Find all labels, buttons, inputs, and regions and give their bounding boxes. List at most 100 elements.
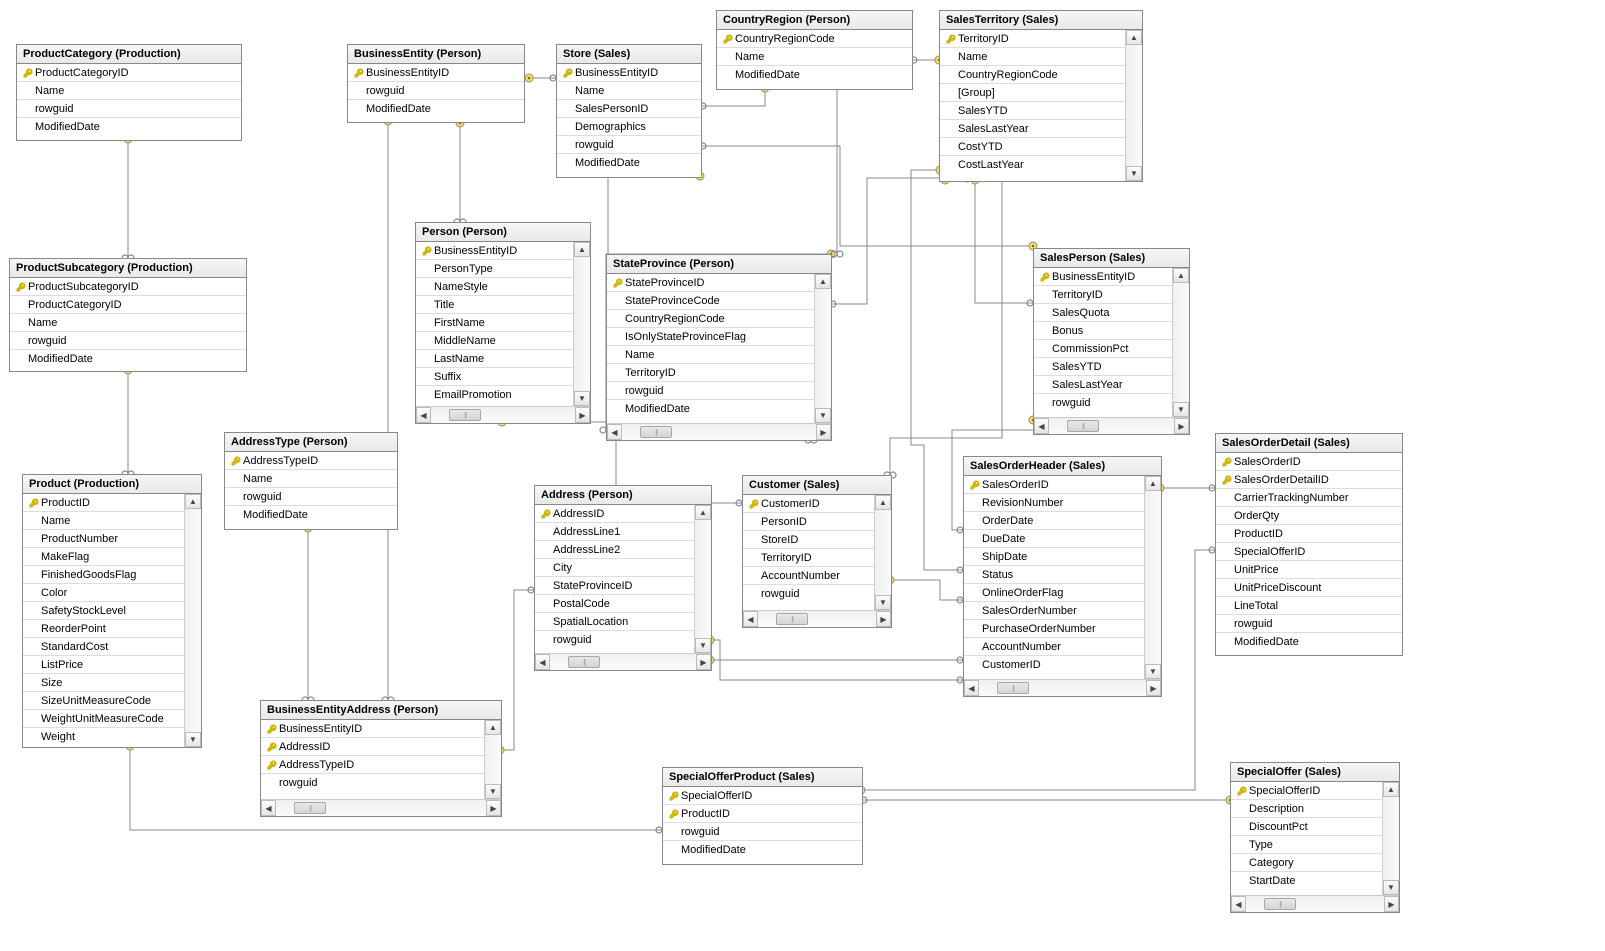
vertical-scrollbar[interactable]: ▲▼ bbox=[1125, 30, 1142, 181]
scroll-down-icon[interactable]: ▼ bbox=[574, 391, 590, 406]
column-row[interactable]: WeightUnitMeasureCode bbox=[23, 710, 184, 728]
scroll-down-icon[interactable]: ▼ bbox=[485, 784, 501, 799]
scroll-right-icon[interactable]: ▶ bbox=[696, 654, 711, 670]
column-row[interactable]: SalesLastYear bbox=[1034, 376, 1172, 394]
table-header[interactable]: AddressType (Person) bbox=[225, 433, 397, 452]
column-row[interactable]: ProductID bbox=[1216, 525, 1402, 543]
column-row[interactable]: StoreID bbox=[743, 531, 874, 549]
horizontal-scrollbar[interactable]: ◀|||▶ bbox=[535, 653, 711, 670]
column-row[interactable]: Demographics bbox=[557, 118, 701, 136]
scroll-up-icon[interactable]: ▲ bbox=[185, 494, 201, 509]
table-person[interactable]: Person (Person)BusinessEntityIDPersonTyp… bbox=[415, 222, 591, 424]
column-row[interactable]: TerritoryID bbox=[940, 30, 1125, 48]
table-header[interactable]: SalesOrderHeader (Sales) bbox=[964, 457, 1161, 476]
column-row[interactable]: TerritoryID bbox=[1034, 286, 1172, 304]
column-row[interactable]: rowguid bbox=[663, 823, 862, 841]
column-row[interactable]: AddressLine1 bbox=[535, 523, 694, 541]
column-row[interactable]: SalesYTD bbox=[940, 102, 1125, 120]
horizontal-scrollbar[interactable]: ◀|||▶ bbox=[1034, 417, 1189, 434]
scroll-left-icon[interactable]: ◀ bbox=[964, 680, 979, 696]
scrollbar-thumb[interactable]: ||| bbox=[1067, 420, 1099, 432]
horizontal-scrollbar[interactable]: ◀|||▶ bbox=[416, 406, 590, 423]
vertical-scrollbar[interactable]: ▲▼ bbox=[573, 242, 590, 406]
table-header[interactable]: CountryRegion (Person) bbox=[717, 11, 912, 30]
scroll-right-icon[interactable]: ▶ bbox=[1384, 896, 1399, 912]
column-row[interactable]: Color bbox=[23, 584, 184, 602]
column-row[interactable]: BusinessEntityID bbox=[1034, 268, 1172, 286]
horizontal-scrollbar[interactable]: ◀|||▶ bbox=[607, 423, 831, 440]
table-header[interactable]: Address (Person) bbox=[535, 486, 711, 505]
column-row[interactable]: ModifiedDate bbox=[663, 841, 862, 858]
column-row[interactable]: Category bbox=[1231, 854, 1382, 872]
column-row[interactable]: StandardCost bbox=[23, 638, 184, 656]
table-header[interactable]: ProductSubcategory (Production) bbox=[10, 259, 246, 278]
column-row[interactable]: SpecialOfferID bbox=[1216, 543, 1402, 561]
table-specialOfferProduct[interactable]: SpecialOfferProduct (Sales)SpecialOfferI… bbox=[662, 767, 863, 865]
column-row[interactable]: SalesOrderID bbox=[964, 476, 1144, 494]
column-row[interactable]: SpatialLocation bbox=[535, 613, 694, 631]
column-row[interactable]: Name bbox=[225, 470, 397, 488]
table-product[interactable]: Product (Production)ProductIDNameProduct… bbox=[22, 474, 202, 748]
table-stateProvince[interactable]: StateProvince (Person)StateProvinceIDSta… bbox=[606, 254, 832, 441]
column-row[interactable]: Title bbox=[416, 296, 573, 314]
scroll-down-icon[interactable]: ▼ bbox=[815, 408, 831, 423]
table-header[interactable]: SpecialOfferProduct (Sales) bbox=[663, 768, 862, 787]
column-row[interactable]: rowguid bbox=[607, 382, 814, 400]
column-row[interactable]: StateProvinceID bbox=[535, 577, 694, 595]
scrollbar-thumb[interactable]: ||| bbox=[640, 426, 672, 438]
column-row[interactable]: AddressID bbox=[535, 505, 694, 523]
column-row[interactable]: Status bbox=[964, 566, 1144, 584]
vertical-scrollbar[interactable]: ▲▼ bbox=[184, 494, 201, 747]
table-salesOrderHeader[interactable]: SalesOrderHeader (Sales)SalesOrderIDRevi… bbox=[963, 456, 1162, 697]
table-countryRegion[interactable]: CountryRegion (Person)CountryRegionCodeN… bbox=[716, 10, 913, 90]
scroll-up-icon[interactable]: ▲ bbox=[1126, 30, 1142, 45]
table-header[interactable]: Customer (Sales) bbox=[743, 476, 891, 495]
scroll-up-icon[interactable]: ▲ bbox=[1383, 782, 1399, 797]
scroll-up-icon[interactable]: ▲ bbox=[875, 495, 891, 510]
vertical-scrollbar[interactable]: ▲▼ bbox=[874, 495, 891, 610]
column-row[interactable]: Name bbox=[10, 314, 246, 332]
vertical-scrollbar[interactable]: ▲▼ bbox=[694, 505, 711, 653]
column-row[interactable]: LineTotal bbox=[1216, 597, 1402, 615]
column-row[interactable]: MakeFlag bbox=[23, 548, 184, 566]
vertical-scrollbar[interactable]: ▲▼ bbox=[1172, 268, 1189, 417]
scroll-down-icon[interactable]: ▼ bbox=[1126, 166, 1142, 181]
table-businessEntityAddress[interactable]: BusinessEntityAddress (Person)BusinessEn… bbox=[260, 700, 502, 817]
table-addressType[interactable]: AddressType (Person)AddressTypeIDNamerow… bbox=[224, 432, 398, 530]
column-row[interactable]: Suffix bbox=[416, 368, 573, 386]
scroll-up-icon[interactable]: ▲ bbox=[1173, 268, 1189, 283]
column-row[interactable]: CostLastYear bbox=[940, 156, 1125, 173]
scroll-down-icon[interactable]: ▼ bbox=[875, 595, 891, 610]
scroll-left-icon[interactable]: ◀ bbox=[1231, 896, 1246, 912]
table-header[interactable]: BusinessEntityAddress (Person) bbox=[261, 701, 501, 720]
column-row[interactable]: rowguid bbox=[535, 631, 694, 648]
column-row[interactable]: LastName bbox=[416, 350, 573, 368]
column-row[interactable]: PersonType bbox=[416, 260, 573, 278]
column-row[interactable]: SalesOrderNumber bbox=[964, 602, 1144, 620]
table-header[interactable]: StateProvince (Person) bbox=[607, 255, 831, 274]
scroll-left-icon[interactable]: ◀ bbox=[1034, 418, 1049, 434]
vertical-scrollbar[interactable]: ▲▼ bbox=[484, 720, 501, 799]
table-header[interactable]: SalesTerritory (Sales) bbox=[940, 11, 1142, 30]
column-row[interactable]: ModifiedDate bbox=[225, 506, 397, 523]
column-row[interactable]: Name bbox=[940, 48, 1125, 66]
column-row[interactable]: ModifiedDate bbox=[10, 350, 246, 367]
column-row[interactable]: ModifiedDate bbox=[717, 66, 912, 83]
column-row[interactable]: ProductID bbox=[663, 805, 862, 823]
scroll-left-icon[interactable]: ◀ bbox=[743, 611, 758, 627]
column-row[interactable]: ProductCategoryID bbox=[17, 64, 241, 82]
table-header[interactable]: SpecialOffer (Sales) bbox=[1231, 763, 1399, 782]
column-row[interactable]: Description bbox=[1231, 800, 1382, 818]
column-row[interactable]: AddressTypeID bbox=[261, 756, 484, 774]
scroll-up-icon[interactable]: ▲ bbox=[485, 720, 501, 735]
column-row[interactable]: City bbox=[535, 559, 694, 577]
scrollbar-thumb[interactable]: ||| bbox=[568, 656, 600, 668]
relationship-line[interactable] bbox=[500, 590, 534, 750]
column-row[interactable]: SafetyStockLevel bbox=[23, 602, 184, 620]
column-row[interactable]: BusinessEntityID bbox=[416, 242, 573, 260]
column-row[interactable]: OnlineOrderFlag bbox=[964, 584, 1144, 602]
column-row[interactable]: Name bbox=[17, 82, 241, 100]
scroll-down-icon[interactable]: ▼ bbox=[1383, 880, 1399, 895]
column-row[interactable]: rowguid bbox=[261, 774, 484, 791]
column-row[interactable]: ModifiedDate bbox=[557, 154, 701, 171]
